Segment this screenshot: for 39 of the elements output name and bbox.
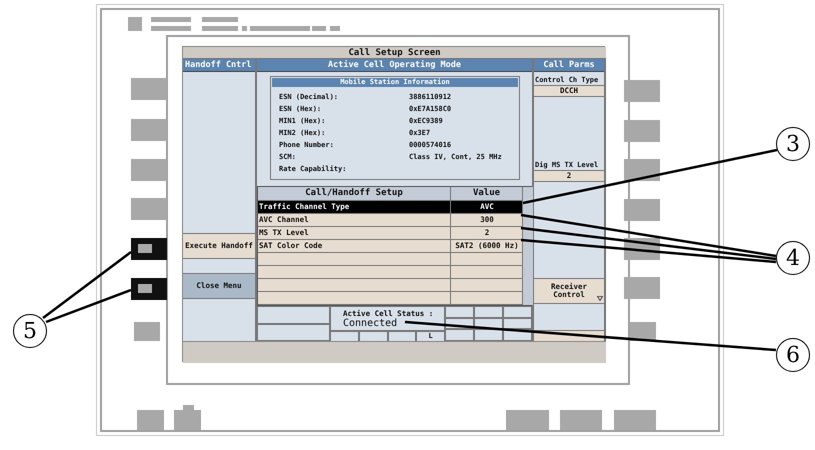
panel-label-block[interactable] [242,26,247,31]
status-cell [445,329,474,341]
column-header: Handoff Cntrl [183,59,255,72]
callout-number: 4 [776,241,810,275]
status-cell [330,331,359,342]
panel-label-block[interactable] [128,17,142,31]
softkey[interactable] [131,278,167,300]
column-header: Call/Handoff Setup [258,187,451,201]
hardware-key[interactable] [614,410,656,430]
callout-number: 5 [13,314,47,348]
softkey[interactable] [624,159,660,181]
hardware-key[interactable] [183,405,194,410]
screen-title: Call Setup Screen [183,47,606,59]
table-cell [451,279,523,292]
panel-label-block[interactable] [250,26,310,31]
table-cell [451,253,523,266]
status-cell [474,306,503,318]
callout-number: 3 [776,127,810,161]
panel-label-block[interactable] [151,17,191,22]
hardware-key[interactable] [560,410,602,430]
hardware-key[interactable] [506,410,549,430]
panel-label-block[interactable] [312,26,326,31]
column-header: Call Parms [534,59,604,72]
softkey[interactable] [131,238,167,260]
column-header: Active Cell Operating Mode [257,59,532,72]
status-cell [474,329,503,341]
table-cell [451,292,523,305]
panel-label-block[interactable] [151,26,191,31]
hardware-key[interactable] [137,410,164,430]
status-cell [445,306,474,318]
panel-label-block[interactable] [202,17,238,22]
status-value: Connected [330,318,445,331]
callout-number: 6 [776,338,810,372]
triangle-icon [597,296,603,301]
table-cell [451,266,523,279]
hardware-key[interactable] [174,410,201,430]
column-header: Value [451,187,523,201]
panel-label-block[interactable] [202,26,238,31]
panel-label-block[interactable] [330,26,340,31]
